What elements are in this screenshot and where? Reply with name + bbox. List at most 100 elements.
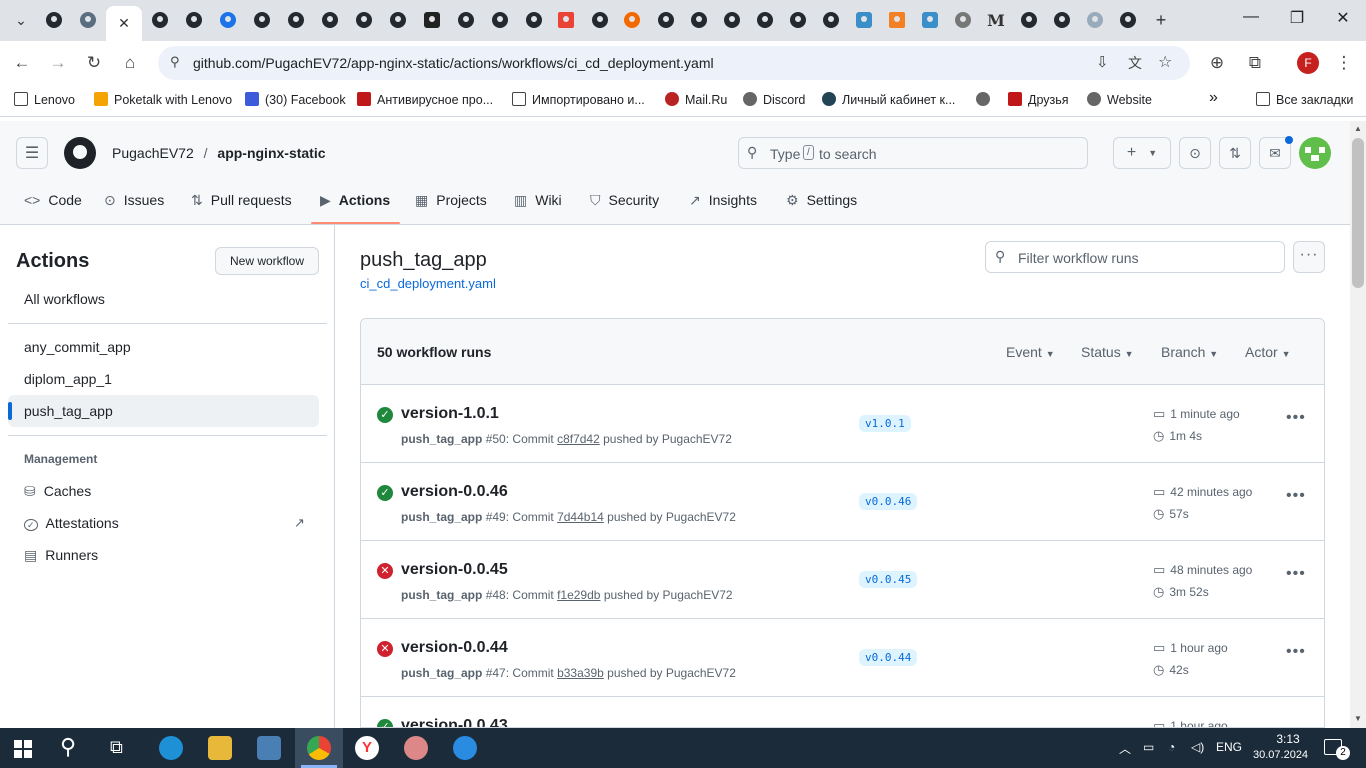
tag-badge[interactable]: v0.0.46 — [859, 493, 918, 510]
bookmark-item[interactable]: Друзья — [1008, 92, 1069, 107]
status-filter[interactable]: Status ▼ — [1081, 344, 1134, 360]
run-title-link[interactable]: version-0.0.45 — [401, 561, 508, 579]
scroll-down-icon[interactable]: ▼ — [1354, 714, 1362, 723]
restore-icon[interactable]: ❐ — [1282, 8, 1312, 28]
run-menu-icon[interactable]: ••• — [1286, 643, 1306, 661]
browser-tab[interactable] — [816, 6, 846, 34]
browser-tab[interactable] — [948, 6, 978, 34]
browser-tab[interactable] — [617, 6, 647, 34]
table-row[interactable]: ✓ version-1.0.1 push_tag_app #50: Commit… — [361, 385, 1324, 463]
extensions-icon[interactable]: ⧉ — [1243, 51, 1267, 75]
browser-tab[interactable] — [783, 6, 813, 34]
windows-start-icon[interactable] — [14, 740, 32, 758]
browser-tab[interactable] — [1113, 6, 1143, 34]
reload-icon[interactable]: ↻ — [82, 51, 106, 75]
repo-name-link[interactable]: app-nginx-static — [217, 145, 325, 161]
tag-badge[interactable]: v0.0.44 — [859, 649, 918, 666]
browser-tab[interactable] — [247, 6, 277, 34]
sidebar-item-workflow[interactable]: diplom_app_1 — [8, 363, 319, 395]
app-icon[interactable] — [453, 736, 477, 760]
yandex-browser-icon[interactable]: Y — [355, 736, 379, 760]
tab-issues[interactable]: ⊙ Issues — [104, 192, 164, 209]
url-text[interactable]: github.com/PugachEV72/app-nginx-static/a… — [193, 55, 714, 71]
filter-runs-input[interactable]: ⚲ Filter workflow runs — [985, 241, 1285, 273]
github-logo-icon[interactable] — [64, 137, 96, 169]
profile-avatar[interactable]: F — [1297, 52, 1319, 74]
bookmark-star-icon[interactable]: ☆ — [1158, 52, 1172, 72]
tab-pull-requests[interactable]: ⇅ Pull requests — [191, 192, 292, 209]
browser-tab[interactable] — [519, 6, 549, 34]
translate-icon[interactable]: 文 — [1128, 53, 1142, 73]
bookmark-item[interactable]: Импортировано и... — [512, 92, 645, 107]
browser-tab[interactable] — [882, 6, 912, 34]
language-indicator[interactable]: ENG — [1216, 740, 1242, 754]
all-bookmarks[interactable]: Все закладки — [1256, 92, 1353, 107]
home-icon[interactable]: ⌂ — [118, 51, 142, 75]
minimize-icon[interactable]: — — [1236, 8, 1266, 26]
event-filter[interactable]: Event ▼ — [1006, 344, 1055, 360]
browser-tab[interactable] — [1014, 6, 1044, 34]
browser-tab-active[interactable]: ✕ — [106, 6, 142, 41]
browser-tab[interactable] — [39, 6, 69, 34]
scrollbar-thumb[interactable] — [1352, 138, 1364, 288]
network-app-icon[interactable] — [257, 736, 281, 760]
new-workflow-button[interactable]: New workflow — [215, 247, 319, 275]
repo-owner-link[interactable]: PugachEV72 — [112, 145, 194, 161]
bookmark-item[interactable]: (30) Facebook — [245, 92, 346, 107]
tab-settings[interactable]: ⚙ Settings — [786, 192, 857, 209]
browser-tab[interactable] — [717, 6, 747, 34]
issues-icon[interactable]: ⊙ — [1179, 137, 1211, 169]
bookmark-item[interactable]: Lenovo — [14, 92, 75, 107]
create-new-button[interactable]: + ▼ — [1113, 137, 1171, 169]
bookmark-item[interactable]: Discord — [743, 92, 805, 107]
browser-tab[interactable] — [73, 6, 103, 34]
table-row[interactable]: ✓ version-0.0.46 push_tag_app #49: Commi… — [361, 463, 1324, 541]
table-row[interactable]: ✕ version-0.0.45 push_tag_app #48: Commi… — [361, 541, 1324, 619]
commit-sha-link[interactable]: f1e29db — [557, 588, 600, 602]
task-view-icon[interactable]: ⧉ — [110, 737, 123, 758]
bookmark-item[interactable]: Личный кабинет к... — [822, 92, 955, 107]
browser-tab[interactable] — [551, 6, 581, 34]
address-bar[interactable]: ⚲ github.com/PugachEV72/app-nginx-static… — [158, 46, 1190, 80]
browser-tab[interactable] — [585, 6, 615, 34]
sidebar-item-caches[interactable]: ⛁ Caches — [8, 475, 319, 507]
pull-requests-icon[interactable]: ⇅ — [1219, 137, 1251, 169]
tab-code[interactable]: <> Code — [24, 192, 82, 208]
show-hidden-icons[interactable]: ︿ — [1119, 740, 1131, 757]
actor-filter[interactable]: Actor ▼ — [1245, 344, 1291, 360]
sidebar-item-workflow[interactable]: any_commit_app — [8, 331, 319, 363]
search-input[interactable]: ⚲ Type / to search — [738, 137, 1088, 169]
browser-tab[interactable] — [417, 6, 447, 34]
bookmark-item[interactable] — [976, 92, 996, 107]
browser-tab[interactable] — [651, 6, 681, 34]
sidebar-item-workflow-selected[interactable]: push_tag_app — [8, 395, 319, 427]
browser-tab[interactable]: M — [981, 6, 1011, 34]
more-options-icon[interactable]: ··· — [1293, 241, 1325, 273]
table-row[interactable]: ✕ version-0.0.44 push_tag_app #47: Commi… — [361, 619, 1324, 697]
tab-insights[interactable]: ↗ Insights — [689, 192, 757, 209]
back-icon[interactable]: ← — [10, 51, 34, 75]
install-app-icon[interactable]: ⇩ — [1096, 53, 1109, 71]
taskbar-search-icon[interactable]: ⚲ — [60, 734, 76, 760]
browser-tab[interactable] — [451, 6, 481, 34]
taskbar-date[interactable]: 30.07.2024 — [1253, 749, 1308, 761]
run-title-link[interactable]: version-0.0.44 — [401, 639, 508, 657]
workflow-file-link[interactable]: ci_cd_deployment.yaml — [360, 276, 496, 291]
scroll-up-icon[interactable]: ▲ — [1354, 124, 1362, 133]
table-row[interactable]: ✓ version-0.0.43 ▭ 1 hour ago — [361, 697, 1324, 727]
browser-tab[interactable] — [915, 6, 945, 34]
bookmarks-overflow-icon[interactable]: » — [1209, 89, 1218, 107]
tag-badge[interactable]: v1.0.1 — [859, 415, 911, 432]
site-info-icon[interactable]: ⚲ — [170, 54, 180, 70]
browser-tab[interactable] — [349, 6, 379, 34]
commit-sha-link[interactable]: c8f7d42 — [557, 432, 600, 446]
browser-tab[interactable] — [315, 6, 345, 34]
user-avatar[interactable] — [1299, 137, 1331, 169]
bookmark-item[interactable]: Website — [1087, 92, 1152, 107]
run-menu-icon[interactable]: ••• — [1286, 409, 1306, 427]
tab-security[interactable]: ⛉ Security — [590, 192, 659, 209]
taskbar-time[interactable]: 3:13 — [1268, 732, 1308, 746]
browser-tab[interactable] — [213, 6, 243, 34]
volume-icon[interactable]: ◁) — [1191, 740, 1204, 754]
tab-search-dropdown-icon[interactable]: ⌄ — [6, 6, 36, 34]
